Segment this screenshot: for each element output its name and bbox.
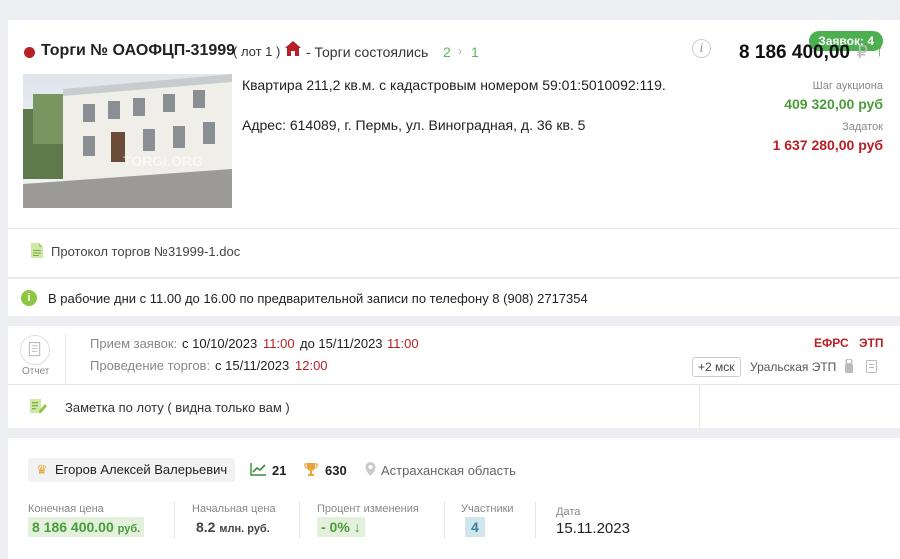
- efrs-tag[interactable]: ЕФРС: [814, 336, 849, 350]
- region-text: Астраханская область: [381, 463, 516, 478]
- participants-label: Участники: [461, 503, 514, 515]
- start-price-number: 8.2: [196, 519, 216, 535]
- winner-name: Егоров Алексей Валерьевич: [55, 462, 228, 477]
- trophy-icon: [304, 463, 318, 476]
- arrow-up-icon: ↑: [875, 40, 884, 60]
- stat-trend-value: 21: [272, 463, 287, 478]
- deposit-label: Задаток: [842, 121, 883, 133]
- auction-status: - Торги состоялись: [306, 44, 429, 60]
- status-dot-icon: [24, 47, 35, 58]
- document-icon: [31, 243, 43, 258]
- crown-icon: ♛: [36, 462, 48, 477]
- ruble-icon: ₽: [856, 42, 868, 62]
- start-price-label: Начальная цена: [192, 503, 276, 515]
- final-price-unit: руб.: [117, 523, 141, 535]
- protocol-link[interactable]: Протокол торгов №31999-1.doc: [51, 244, 240, 259]
- auction-step-label: Шаг аукциона: [812, 80, 883, 92]
- photo-watermark: TORGI.ORG: [123, 153, 203, 169]
- lot-address: Адрес: 614089, г. Пермь, ул. Виноградная…: [242, 117, 586, 133]
- divider: [299, 501, 300, 539]
- divider: [535, 501, 536, 539]
- stage-chevron-icon: ›: [458, 44, 462, 58]
- start-price-value: 8.2 млн. руб.: [196, 519, 270, 535]
- trend-chart-icon: [250, 463, 266, 476]
- platform-name[interactable]: Уральская ЭТП: [750, 360, 836, 374]
- info-text: В рабочие дни с 11.00 до 16.00 по предва…: [48, 291, 588, 306]
- schedule-card: Отчет Прием заявок: с 10/10/2023 11:00 д…: [8, 326, 900, 428]
- stage-from: 2: [443, 44, 451, 60]
- divider: [174, 501, 175, 539]
- location-pin-icon: [365, 462, 376, 476]
- change-number: - 0%: [321, 519, 350, 535]
- accept-to: до 15/11/2023: [300, 336, 383, 351]
- auction-step-value: 409 320,00 руб: [784, 96, 883, 112]
- home-icon: [285, 41, 301, 56]
- report-button[interactable]: [20, 335, 50, 365]
- note-input[interactable]: Заметка по лоту ( видна только вам ): [65, 400, 290, 415]
- info-row: i В рабочие дни с 11.00 до 16.00 по пред…: [8, 279, 900, 316]
- divider: [8, 384, 900, 385]
- lock-icon: [845, 359, 853, 373]
- lot-number: ( лот 1 ): [233, 44, 281, 59]
- stage-to: 1: [471, 44, 479, 60]
- result-card: ♛ Егоров Алексей Валерьевич 21 630 Астра…: [8, 438, 900, 559]
- divider: [65, 334, 66, 384]
- lot-price: 8 186 400,00: [739, 42, 850, 63]
- lot-card: Заявок: 4 Торги № ОАОФЦП-31999 ( лот 1 )…: [8, 20, 900, 229]
- start-price-unit: млн. руб.: [219, 523, 270, 535]
- accept-from: с 10/10/2023: [182, 336, 258, 351]
- date-value: 15.11.2023: [556, 520, 630, 537]
- info-icon[interactable]: i: [692, 39, 711, 58]
- report-icon: [28, 341, 41, 357]
- auction-time: 12:00: [295, 358, 328, 373]
- divider: [444, 501, 445, 539]
- report-label: Отчет: [22, 366, 50, 377]
- timezone-badge: +2 мск: [692, 357, 741, 377]
- lot-description: Квартира 211,2 кв.м. с кадастровым номер…: [242, 77, 666, 93]
- arrow-down-icon: ↓: [353, 519, 361, 535]
- lot-title[interactable]: Торги № ОАОФЦП-31999: [41, 42, 235, 60]
- clipboard-icon[interactable]: [866, 359, 877, 373]
- accept-to-time: 11:00: [387, 336, 419, 351]
- auction-from: с 15/11/2023: [215, 358, 290, 373]
- change-value: - 0% ↓: [317, 517, 365, 537]
- protocol-row: Протокол торгов №31999-1.doc: [8, 229, 900, 278]
- etp-tag[interactable]: ЭТП: [859, 336, 884, 350]
- change-label: Процент изменения: [317, 503, 419, 515]
- date-label: Дата: [556, 506, 581, 518]
- lot-photo[interactable]: TORGI.ORG: [23, 74, 232, 208]
- divider: [699, 384, 700, 428]
- participants-value[interactable]: 4: [465, 517, 485, 537]
- accept-label: Прием заявок:: [90, 336, 178, 351]
- auction-label: Проведение торгов:: [90, 358, 211, 373]
- final-price-label: Конечная цена: [28, 503, 104, 515]
- note-edit-icon: [30, 399, 47, 413]
- final-price-value: 8 186 400.00 руб.: [28, 517, 145, 537]
- deposit-value: 1 637 280,00 руб: [772, 137, 883, 153]
- winner-badge[interactable]: ♛ Егоров Алексей Валерьевич: [28, 458, 236, 482]
- info-circle-icon: i: [21, 290, 37, 306]
- accept-from-time: 11:00: [263, 336, 295, 351]
- final-price-number: 8 186 400.00: [32, 519, 114, 535]
- stat-wins-value: 630: [325, 463, 347, 478]
